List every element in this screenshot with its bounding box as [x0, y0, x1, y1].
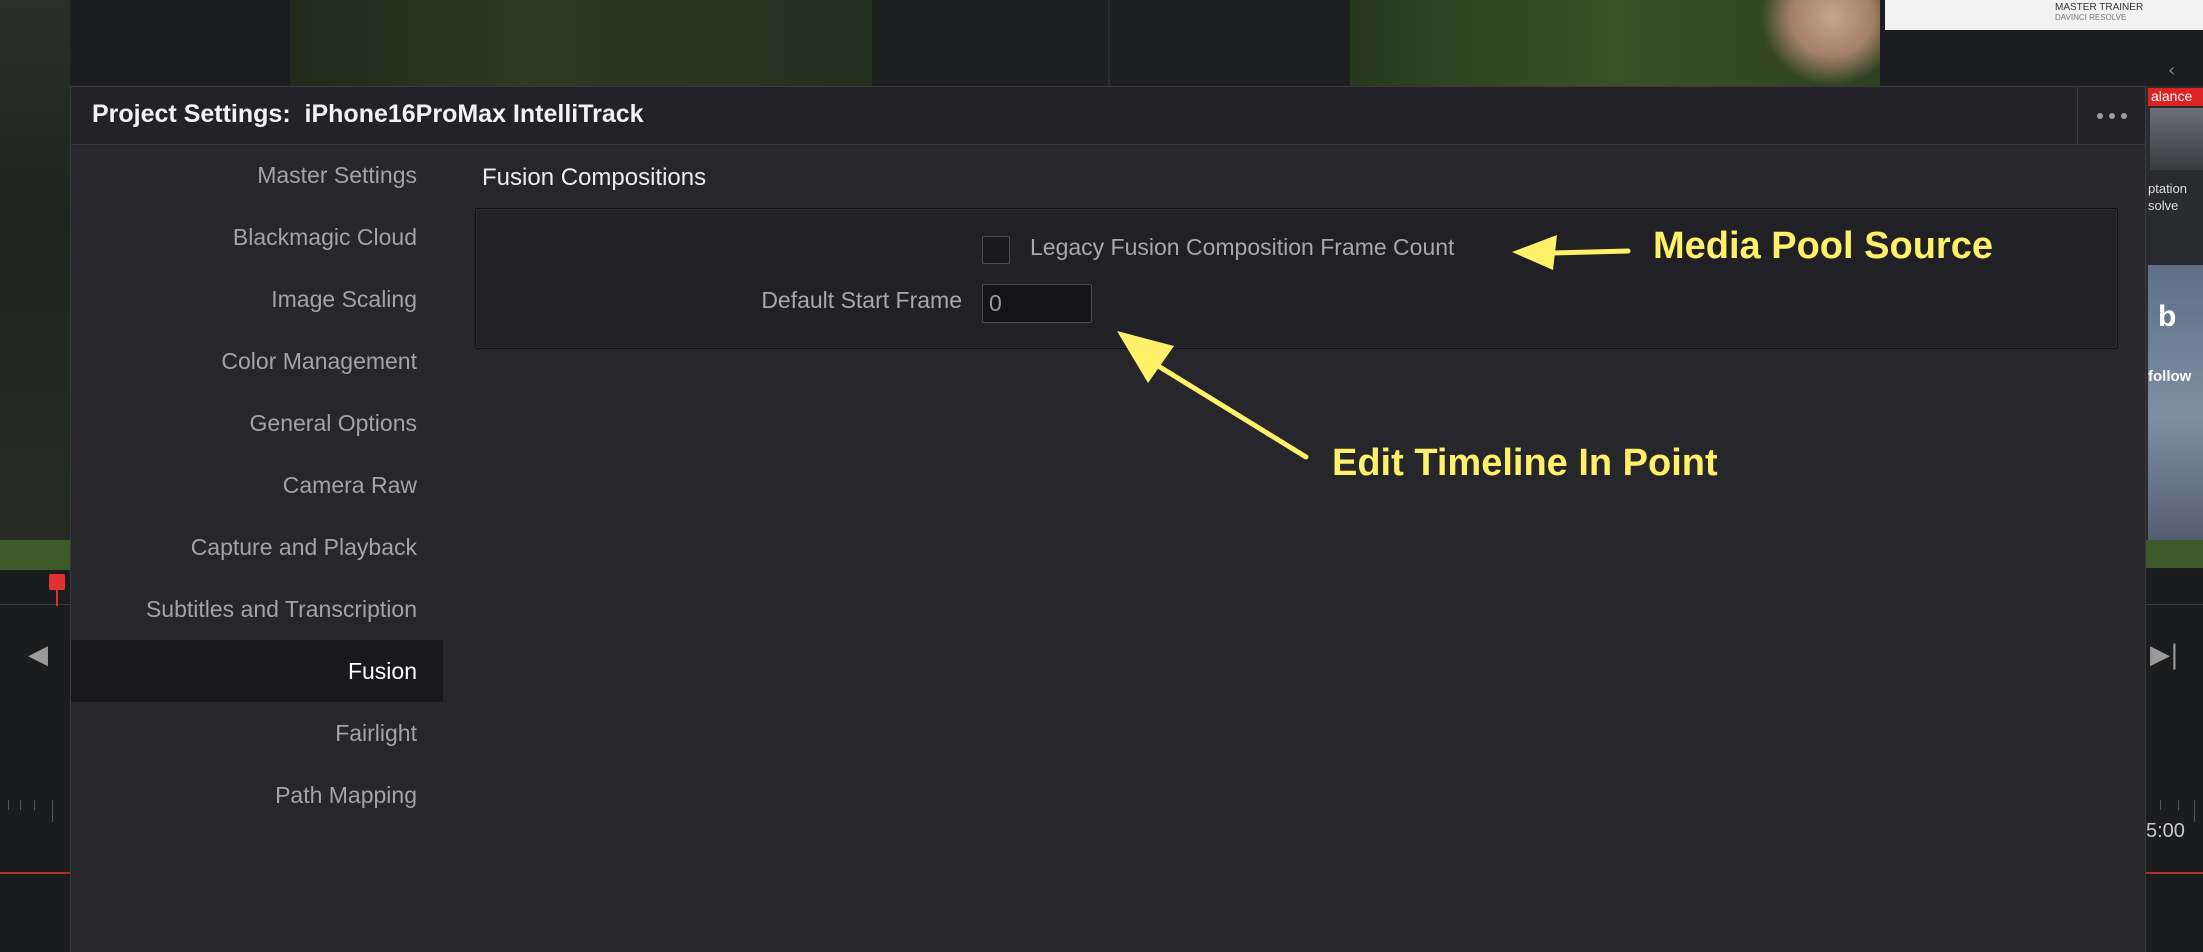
background-timeline-right — [2145, 570, 2203, 952]
sidebar-item-image-scaling[interactable]: Image Scaling — [71, 268, 443, 330]
playhead-icon[interactable] — [49, 574, 65, 590]
timeline-track-line — [0, 872, 70, 874]
timeline-track-line-right — [2145, 872, 2203, 874]
sidebar-item-general-options[interactable]: General Options — [71, 392, 443, 454]
options-menu-button[interactable] — [2077, 87, 2145, 144]
project-settings-dialog: Project Settings: iPhone16ProMax Intelli… — [70, 86, 2146, 952]
sidebar-item-subtitles-and-transcription[interactable]: Subtitles and Transcription — [71, 578, 443, 640]
ruler-tick — [2194, 800, 2195, 822]
sidebar-item-fusion[interactable]: Fusion — [71, 640, 443, 702]
side-panel-letter: b — [2158, 300, 2177, 333]
ellipsis-icon — [2108, 112, 2115, 119]
default-start-frame-label: Default Start Frame — [761, 287, 962, 313]
ruler-tick — [2178, 800, 2179, 810]
sidebar-item-fairlight[interactable]: Fairlight — [71, 702, 443, 764]
background-clip-strip-right — [2145, 540, 2203, 568]
background-thumbnail — [1885, 0, 2203, 30]
background-timeline-left — [0, 570, 70, 952]
sidebar-item-capture-and-playback[interactable]: Capture and Playback — [71, 516, 443, 578]
side-panel-follow: follow — [2148, 368, 2192, 385]
ruler-tick — [8, 800, 9, 810]
playhead-line — [56, 590, 58, 606]
ruler-tick — [34, 800, 35, 810]
background-video-frame — [290, 0, 872, 86]
ruler-tick — [20, 800, 21, 810]
dialog-title: Project Settings: iPhone16ProMax Intelli… — [92, 100, 644, 128]
thumbnail-subtitle: DAVINCI RESOLVE — [2055, 13, 2127, 22]
previous-clip-icon[interactable]: ◀ — [28, 640, 48, 670]
next-clip-icon[interactable]: ▶| — [2150, 640, 2179, 670]
ellipsis-icon — [2120, 112, 2127, 119]
background-video-left — [0, 0, 70, 540]
background-video-frame-dark — [872, 0, 1350, 86]
sidebar-item-blackmagic-cloud[interactable]: Blackmagic Cloud — [71, 206, 443, 268]
legacy-frame-count-checkbox[interactable] — [982, 236, 1010, 264]
sidebar-item-color-management[interactable]: Color Management — [71, 330, 443, 392]
ruler-tick — [52, 800, 53, 822]
legacy-frame-count-label: Legacy Fusion Composition Frame Count — [1030, 234, 1455, 260]
fusion-compositions-panel — [475, 208, 2118, 349]
ruler-tick — [2160, 800, 2161, 810]
settings-sidebar: Master Settings Blackmagic Cloud Image S… — [71, 144, 443, 952]
side-panel-thumbnail — [2150, 108, 2203, 170]
side-panel-badge: alance — [2148, 88, 2203, 106]
side-panel-caption: ptation solve — [2148, 181, 2188, 213]
thumbnail-title: MASTER TRAINER — [2055, 2, 2144, 13]
timeline-ruler — [0, 604, 70, 605]
background-clip-strip — [0, 540, 70, 570]
timeline-timecode: 5:00 — [2146, 820, 2185, 842]
default-start-frame-input[interactable] — [982, 284, 1092, 323]
sidebar-item-camera-raw[interactable]: Camera Raw — [71, 454, 443, 516]
ellipsis-icon — [2096, 112, 2103, 119]
background-hand — [1760, 0, 1880, 86]
sidebar-item-path-mapping[interactable]: Path Mapping — [71, 764, 443, 826]
timeline-ruler-right — [2145, 604, 2203, 605]
sidebar-item-master-settings[interactable]: Master Settings — [71, 144, 443, 206]
dialog-header: Project Settings: iPhone16ProMax Intelli… — [71, 87, 2145, 145]
background-divider — [1108, 0, 1110, 86]
section-title: Fusion Compositions — [482, 164, 707, 191]
